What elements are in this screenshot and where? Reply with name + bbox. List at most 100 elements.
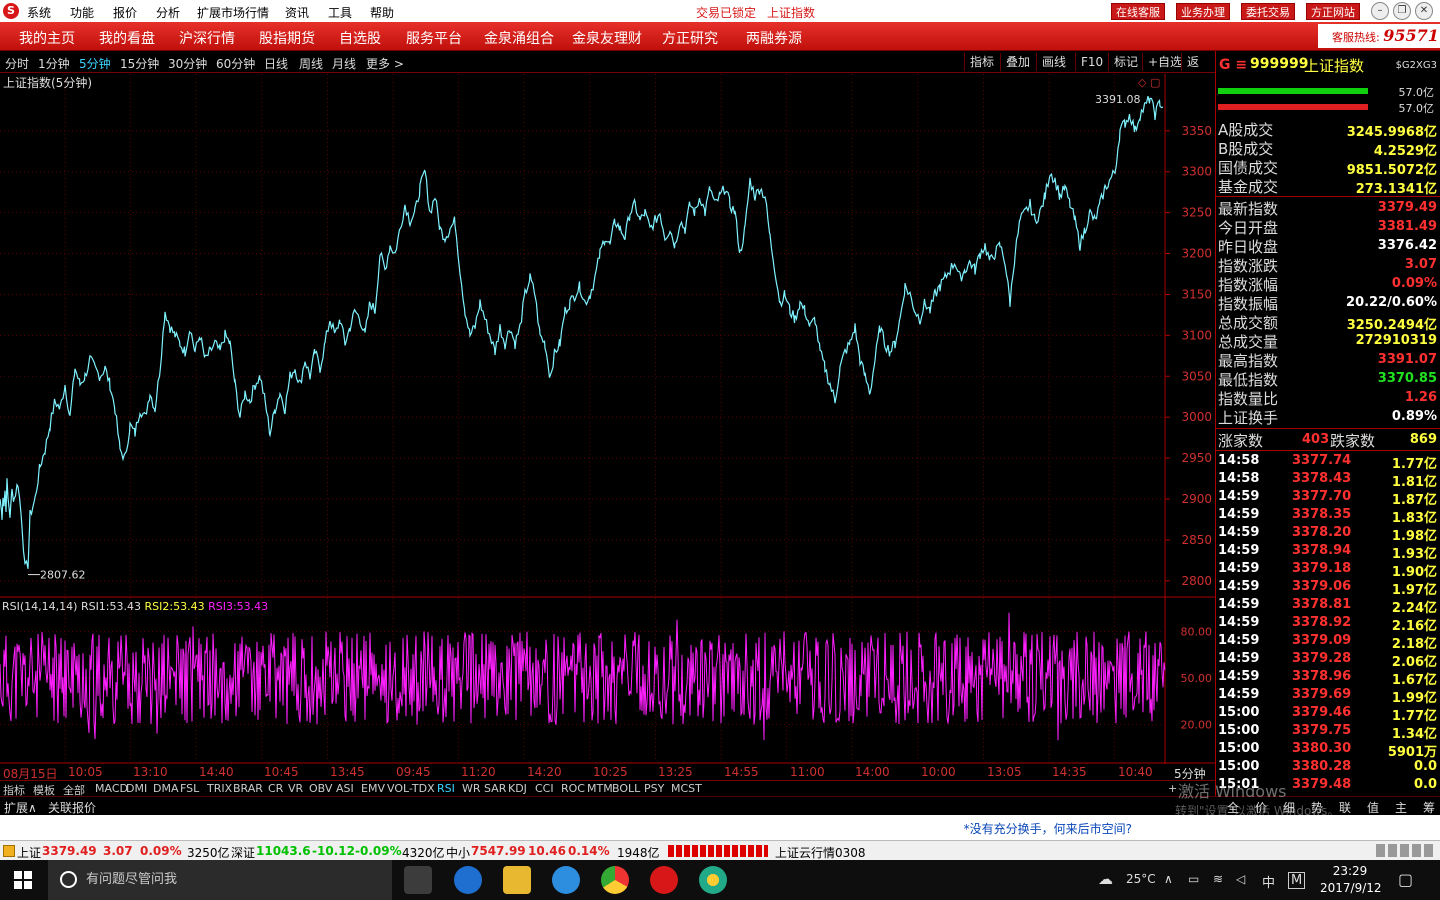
nav-shsz[interactable]: 沪深行情 <box>179 28 235 48</box>
panel-tab-4[interactable]: 联 <box>1339 799 1351 816</box>
toolbar-6[interactable]: 返回 <box>1181 53 1215 87</box>
indicator-tab-15[interactable]: RSI <box>437 782 455 795</box>
indicator-tab-6[interactable]: FSL <box>180 782 199 795</box>
indicator-tab-22[interactable]: BOLL <box>612 782 640 795</box>
indicator-tab-24[interactable]: MCST <box>671 782 702 795</box>
ime-indicator[interactable]: 中 <box>1262 872 1275 891</box>
indicator-tab-7[interactable]: TRIX <box>207 782 232 795</box>
menu-quote[interactable]: 报价 <box>113 4 137 21</box>
windows-start-icon[interactable] <box>14 871 32 889</box>
menu-analysis[interactable]: 分析 <box>156 4 180 21</box>
toolbar-4[interactable]: 标记 <box>1108 53 1143 71</box>
indicator-tab-23[interactable]: PSY <box>644 782 664 795</box>
panel-tab-7[interactable]: 筹 <box>1423 799 1435 816</box>
ie-browser-icon[interactable] <box>552 866 580 894</box>
indicator-tab-4[interactable]: DMI <box>126 782 147 795</box>
indicator-tab-12[interactable]: ASI <box>336 782 354 795</box>
indicator-tab-17[interactable]: SAR <box>484 782 506 795</box>
expand-tab[interactable]: 扩展∧ <box>4 799 37 816</box>
period-4[interactable]: 30分钟 <box>168 55 207 72</box>
period-7[interactable]: 周线 <box>299 55 323 72</box>
website-button[interactable]: 方正网站 <box>1306 3 1360 20</box>
toolbar-0[interactable]: 指标 <box>964 53 999 71</box>
period-8[interactable]: 月线 <box>332 55 356 72</box>
tick-time: 14:59 <box>1218 633 1260 648</box>
related-quote-tab[interactable]: 关联报价 <box>48 799 96 816</box>
menu-function[interactable]: 功能 <box>70 4 94 21</box>
cortana-search-box[interactable]: 有问题尽管问我 <box>48 860 422 900</box>
file-explorer-icon[interactable] <box>503 866 531 894</box>
indicator-tab-16[interactable]: WR <box>462 782 481 795</box>
period-9[interactable]: 更多 > <box>366 55 404 72</box>
chevron-up-icon[interactable]: ∧ <box>1164 872 1173 886</box>
menu-tools[interactable]: 工具 <box>328 4 352 21</box>
chrome-browser-icon[interactable] <box>601 866 629 894</box>
period-1[interactable]: 1分钟 <box>38 55 70 72</box>
nav-watchlist[interactable]: 自选股 <box>339 28 381 48</box>
edge-browser-icon[interactable] <box>454 866 482 894</box>
indicator-tab-9[interactable]: CR <box>268 782 283 795</box>
minimize-icon[interactable]: – <box>1371 2 1389 20</box>
rsi-chart[interactable]: 80.00 50.00 20.00 RSI(14,14,14) RSI1:53.43 … <box>0 598 1215 764</box>
nav-wealth[interactable]: 金泉友理财 <box>572 28 642 48</box>
toolbar-3[interactable]: F10 <box>1075 53 1108 71</box>
menu-extended-market[interactable]: 扩展市场行情 <box>197 4 269 21</box>
founder-app-icon[interactable] <box>650 866 678 894</box>
period-0[interactable]: 分时 <box>5 55 29 72</box>
add-indicator-button[interactable]: + <box>1168 782 1177 795</box>
period-6[interactable]: 日线 <box>264 55 288 72</box>
volume-icon[interactable]: ◁ <box>1236 872 1245 886</box>
nav-futures[interactable]: 股指期货 <box>259 28 315 48</box>
wifi-icon[interactable]: ≋ <box>1213 872 1223 886</box>
indicator-tab-8[interactable]: BRAR <box>233 782 263 795</box>
restore-icon[interactable]: ❐ <box>1393 2 1411 20</box>
close-icon[interactable]: ✕ <box>1415 2 1433 20</box>
ime-mode[interactable]: M <box>1288 872 1306 889</box>
menu-info[interactable]: 资讯 <box>285 4 309 21</box>
toolbar-1[interactable]: 叠加 <box>1000 53 1035 71</box>
battery-icon[interactable]: ▭ <box>1188 872 1199 886</box>
indicator-tab-21[interactable]: MTM <box>587 782 613 795</box>
price-chart[interactable]: 3350 3300 3250 3200 3150 3100 3050 3000 2950 2900… <box>0 74 1215 598</box>
period-2[interactable]: 5分钟 <box>79 55 111 72</box>
panel-tab-6[interactable]: 主 <box>1395 799 1407 816</box>
indicator-tab-13[interactable]: EMV <box>361 782 385 795</box>
panel-tab-5[interactable]: 值 <box>1367 799 1379 816</box>
nav-service[interactable]: 服务平台 <box>406 28 462 48</box>
indicator-tab-11[interactable]: OBV <box>309 782 332 795</box>
period-3[interactable]: 15分钟 <box>120 55 159 72</box>
indicator-tab-19[interactable]: CCI <box>535 782 554 795</box>
business-button[interactable]: 业务办理 <box>1176 3 1230 20</box>
indicator-tab-5[interactable]: DMA <box>153 782 179 795</box>
period-5[interactable]: 60分钟 <box>216 55 255 72</box>
indicator-tab-3[interactable]: MACD <box>95 782 128 795</box>
indicator-tab-14[interactable]: VOL-TDX <box>387 782 435 795</box>
toolbar-2[interactable]: 画线 <box>1036 53 1071 71</box>
network-app-icon[interactable] <box>699 866 727 894</box>
cloud-quote[interactable]: 上证云行情0308 <box>775 844 866 861</box>
indicator-tab-10[interactable]: VR <box>288 782 303 795</box>
nav-portfolio[interactable]: 金泉涌组合 <box>484 28 554 48</box>
stat-row: 昨日收盘 3376.42 <box>1218 236 1439 256</box>
time-label: 13:45 <box>330 765 365 779</box>
menu-system[interactable]: 系统 <box>27 4 51 21</box>
notification-icon[interactable]: ▢ <box>1398 870 1413 889</box>
rsi-legend-part: RSI2: <box>145 600 174 613</box>
nav-research[interactable]: 方正研究 <box>662 28 718 48</box>
indicator-tab-18[interactable]: KDJ <box>508 782 527 795</box>
menu-help[interactable]: 帮助 <box>370 4 394 21</box>
nav-margin[interactable]: 两融券源 <box>746 28 802 48</box>
sh-value: 3379.49 <box>42 844 97 858</box>
tick-row: 14:59 3378.81 2.24亿 <box>1218 596 1439 616</box>
system-clock[interactable]: 23:29 2017/9/12 <box>1320 863 1382 897</box>
store-icon[interactable] <box>404 866 432 894</box>
weather-temp[interactable]: 25°C <box>1126 872 1156 886</box>
time-label: 13:25 <box>658 765 693 779</box>
indicator-tab-20[interactable]: ROC <box>561 782 585 795</box>
notice-link[interactable]: *没有充分换手，何来后市空间? <box>964 820 1132 837</box>
trade-button[interactable]: 委托交易 <box>1241 3 1295 20</box>
online-service-button[interactable]: 在线客服 <box>1111 3 1165 20</box>
tray-icons[interactable] <box>1376 844 1436 857</box>
nav-watch[interactable]: 我的看盘 <box>99 28 155 48</box>
nav-home[interactable]: 我的主页 <box>19 28 75 48</box>
